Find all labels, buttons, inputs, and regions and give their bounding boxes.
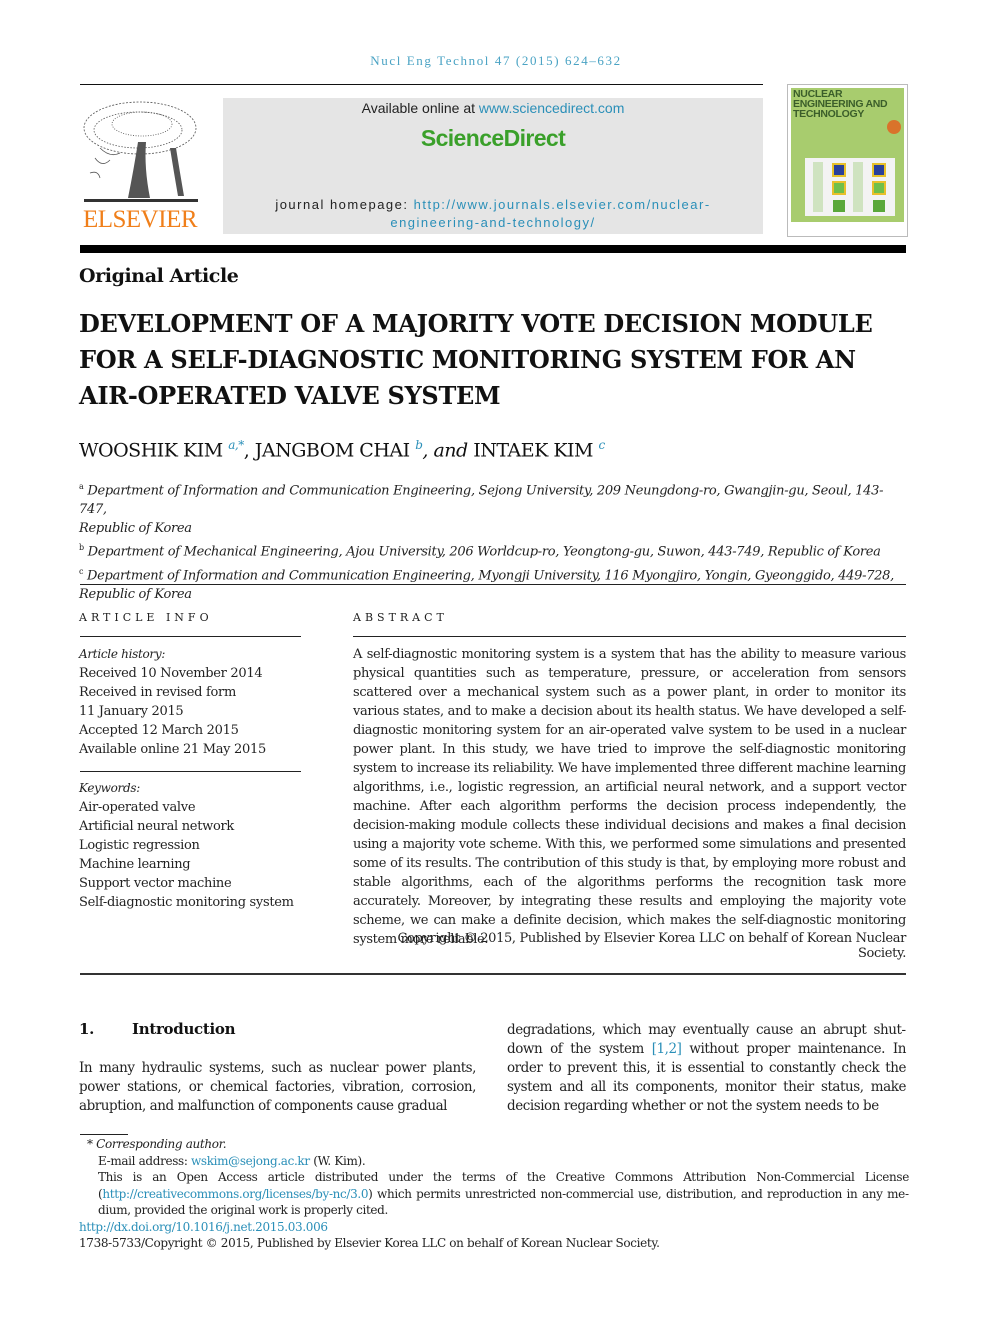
article-history: Article history: Received 10 November 20… <box>79 645 309 759</box>
sciencedirect-link[interactable]: www.sciencedirect.com <box>479 100 625 116</box>
author-name: WOOSHIK KIM <box>79 439 223 462</box>
cover-figure-icon <box>813 162 886 212</box>
header-rule <box>80 84 763 85</box>
license-link[interactable]: http://creativecommons.org/licenses/by-n… <box>102 1187 368 1201</box>
author-list: WOOSHIK KIM a,*, JANGBOM CHAI b, and INT… <box>79 438 606 462</box>
section-rule <box>80 584 906 585</box>
keyword-item: Self-diagnostic monitoring system <box>79 895 294 910</box>
footnote-rule <box>80 1134 128 1135</box>
keyword-item: Support vector machine <box>79 876 232 891</box>
affiliation-item: a Department of Information and Communic… <box>79 482 884 518</box>
front-matter-rule <box>80 973 906 975</box>
section-heading-introduction: 1. Introduction <box>79 1020 236 1038</box>
history-item: Available online 21 May 2015 <box>79 742 266 757</box>
keywords: Keywords: Air-operated valve Artificial … <box>79 779 309 912</box>
cover-badge-icon <box>887 120 901 134</box>
history-item: Received in revised form <box>79 685 236 700</box>
history-item: Received 10 November 2014 <box>79 666 263 681</box>
affiliation-item-cont: Republic of Korea <box>79 586 192 602</box>
footnotes: * Corresponding author. E-mail address: … <box>79 1136 909 1252</box>
article-type: Original Article <box>79 265 239 287</box>
author-affiliation-link[interactable]: c <box>599 438 606 452</box>
license-note: This is an Open Access article distribut… <box>98 1170 909 1217</box>
available-online: Available online at www.sciencedirect.co… <box>223 100 763 116</box>
journal-homepage: journal homepage: http://www.journals.el… <box>223 196 763 232</box>
affiliation-item: b Department of Mechanical Engineering, … <box>79 543 881 560</box>
history-item: Accepted 12 March 2015 <box>79 723 239 738</box>
header-thick-rule <box>80 245 906 253</box>
affiliation-item-cont: Republic of Korea <box>79 521 192 537</box>
keyword-item: Machine learning <box>79 857 191 872</box>
sciencedirect-logo[interactable]: ScienceDirect <box>223 125 763 152</box>
homepage-link[interactable]: http://www.journals.elsevier.com/nuclear… <box>414 197 711 212</box>
cover-title: NUCLEAR ENGINEERING AND TECHNOLOGY <box>793 88 888 120</box>
elsevier-wordmark: ELSEVIER <box>82 206 198 233</box>
abstract-rule <box>353 636 906 637</box>
article-title: DEVELOPMENT OF A MAJORITY VOTE DECISION … <box>79 309 873 410</box>
affiliation-item: c Department of Information and Communic… <box>79 566 894 583</box>
reference-link[interactable]: [1,2] <box>652 1041 682 1057</box>
cover-figure-image <box>805 158 895 216</box>
sciencedirect-banner: Available online at www.sciencedirect.co… <box>223 98 763 234</box>
homepage-link-cont[interactable]: engineering-and-technology/ <box>390 215 595 230</box>
email-note: E-mail address: wskim@sejong.ac.kr (W. K… <box>98 1153 366 1168</box>
article-info-heading: ARTICLE INFO <box>79 611 213 624</box>
article-info-rule <box>80 636 301 637</box>
keywords-label: Keywords: <box>79 781 140 795</box>
issn-copyright: 1738-5733/Copyright © 2015, Published by… <box>79 1236 660 1250</box>
cover-footer <box>791 223 904 233</box>
author-name: JANGBOM CHAI <box>254 439 410 462</box>
section-number: 1. <box>79 1020 95 1038</box>
body-text-column-1: In many hydraulic systems, such as nucle… <box>79 1060 476 1114</box>
doi-link[interactable]: http://dx.doi.org/10.1016/j.net.2015.03.… <box>79 1220 328 1234</box>
author-affiliation-link[interactable]: a,* <box>228 438 244 452</box>
article-history-label: Article history: <box>79 647 166 661</box>
journal-cover-thumbnail[interactable]: NUCLEAR ENGINEERING AND TECHNOLOGY <box>787 84 908 237</box>
history-item: 11 January 2015 <box>79 704 184 719</box>
email-link[interactable]: wskim@sejong.ac.kr <box>191 1154 310 1168</box>
keyword-item: Artificial neural network <box>79 819 234 834</box>
homepage-prefix: journal homepage: <box>275 197 414 212</box>
cover-background: NUCLEAR ENGINEERING AND TECHNOLOGY <box>791 88 904 222</box>
corresponding-author-note: * Corresponding author. <box>87 1137 227 1151</box>
section-title: Introduction <box>132 1020 236 1038</box>
keyword-item: Air-operated valve <box>79 800 196 815</box>
elsevier-tree-icon <box>83 101 198 202</box>
abstract-heading: ABSTRACT <box>353 611 448 624</box>
keywords-rule <box>80 771 301 772</box>
author-name: INTAEK KIM <box>473 439 593 462</box>
keyword-item: Logistic regression <box>79 838 200 853</box>
journal-citation: Nucl Eng Technol 47 (2015) 624–632 <box>370 53 622 68</box>
abstract-text: A self-diagnostic monitoring system is a… <box>353 647 906 947</box>
elsevier-logo[interactable]: ELSEVIER <box>78 98 202 238</box>
body-text-column-2: degradations, which may eventually cause… <box>507 1022 906 1114</box>
available-prefix: Available online at <box>361 100 479 116</box>
abstract-copyright: Copyright © 2015, Published by Elsevier … <box>397 931 906 961</box>
